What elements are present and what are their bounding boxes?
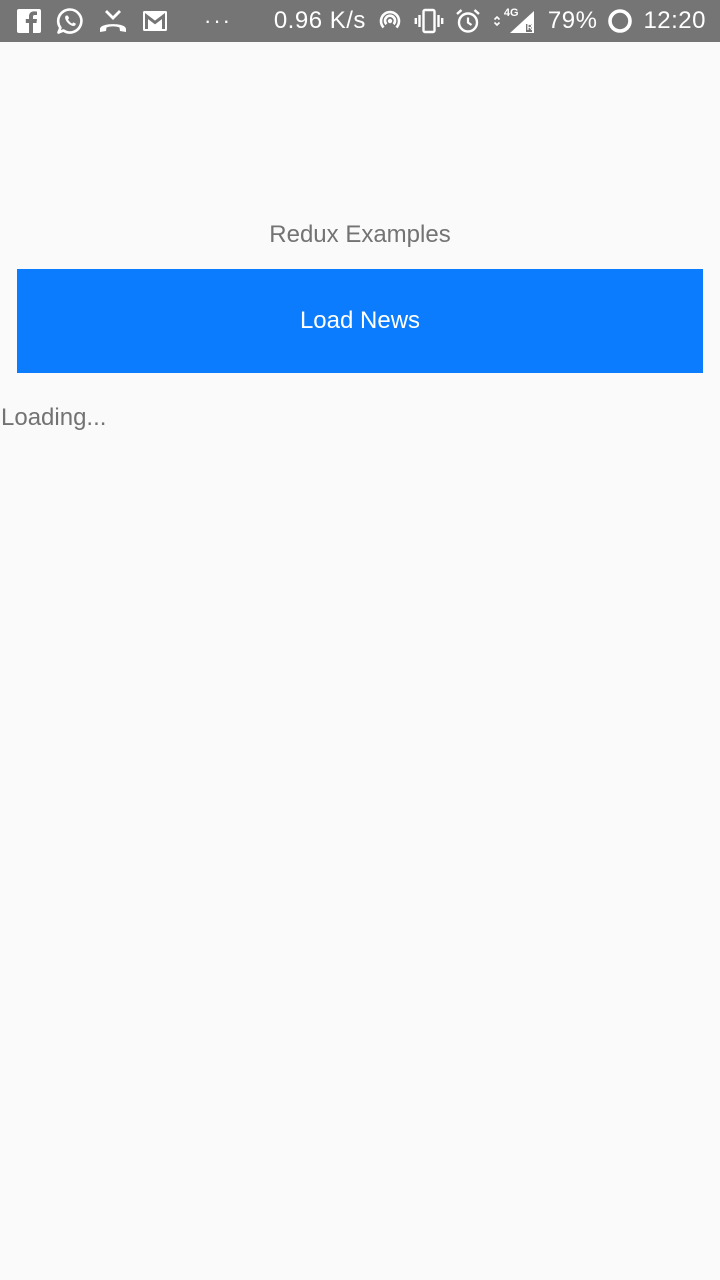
facebook-icon xyxy=(16,7,42,35)
roaming-label: R xyxy=(526,23,533,32)
status-bar: ··· 0.96 K/s 4G R 79% 12:20 xyxy=(0,0,720,42)
overflow-notifications-dots: ··· xyxy=(204,8,232,33)
hotspot-icon xyxy=(376,7,404,35)
system-status: 0.96 K/s 4G R 79% 12:20 xyxy=(274,7,706,35)
load-news-button[interactable]: Load News xyxy=(17,269,703,373)
whatsapp-icon xyxy=(56,7,84,35)
app-screen: Redux Examples Load News Loading... xyxy=(0,42,720,1280)
alarm-icon xyxy=(454,7,482,35)
missed-call-icon xyxy=(98,7,128,35)
network-type-label: 4G xyxy=(503,7,519,19)
gmail-icon xyxy=(142,7,168,35)
battery-percentage: 79% xyxy=(547,7,598,34)
vibrate-icon xyxy=(414,7,444,35)
network-speed: 0.96 K/s xyxy=(273,7,366,34)
battery-ring-icon xyxy=(607,7,633,35)
loading-indicator-text: Loading... xyxy=(1,404,107,431)
load-news-button-label: Load News xyxy=(299,307,421,334)
notification-icons: ··· xyxy=(16,7,242,35)
page-title: Redux Examples xyxy=(269,221,451,248)
clock: 12:20 xyxy=(643,7,706,34)
mobile-network: 4G R xyxy=(492,7,538,35)
